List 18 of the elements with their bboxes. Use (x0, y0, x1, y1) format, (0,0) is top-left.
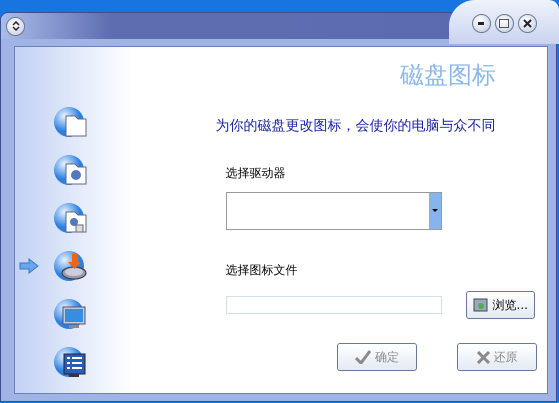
close-icon (522, 18, 532, 28)
dropdown-arrow-icon (432, 209, 438, 213)
maximize-icon (499, 18, 509, 28)
system-menu-button[interactable] (6, 16, 25, 36)
icon-file-label: 选择图标文件 (226, 262, 298, 279)
x-icon (476, 350, 490, 364)
browse-button[interactable]: 浏览... (466, 291, 535, 319)
collapse-icon (12, 21, 20, 31)
drive-dropdown[interactable] (226, 192, 442, 230)
checkmark-icon (355, 350, 371, 364)
icon-file-field[interactable] (226, 296, 442, 314)
drive-label: 选择驱动器 (226, 165, 286, 182)
window-title: 磁盘图标 (400, 60, 496, 91)
minimize-icon (478, 22, 484, 24)
minimize-button[interactable] (472, 14, 490, 32)
maximize-button[interactable] (494, 14, 514, 32)
subtitle: 为你的磁盘更改图标，会使你的电脑与众不同 (216, 117, 497, 135)
close-button[interactable] (518, 14, 536, 32)
